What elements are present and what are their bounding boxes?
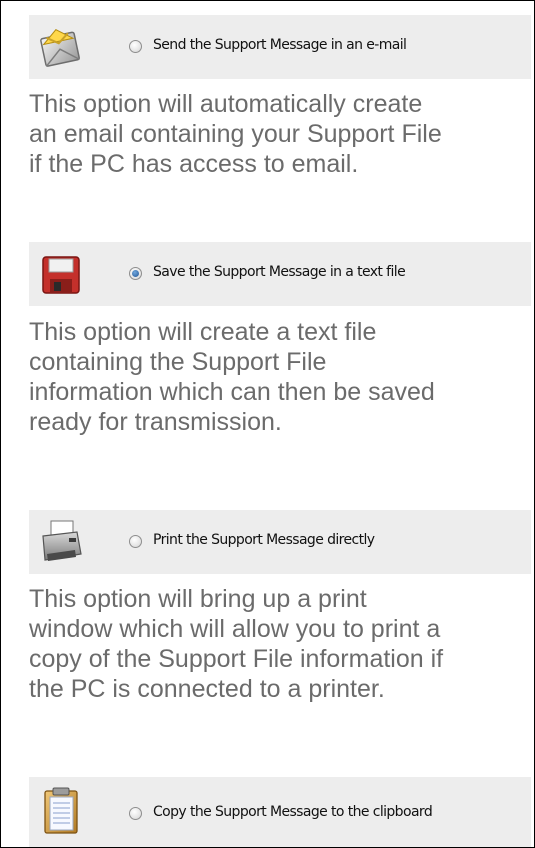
print-option-label[interactable]: Print the Support Message directly	[153, 532, 375, 548]
description-line: an email containing your Support File	[29, 120, 442, 148]
description-line: window which will allow you to print a	[29, 615, 441, 643]
floppy-disk-icon	[35, 248, 87, 300]
text-file-radio[interactable]	[129, 267, 142, 280]
description-line: This option will create a text file	[29, 318, 377, 346]
print-option-description: This option will bring up a print window…	[29, 584, 529, 704]
description-line: containing the Support File	[29, 348, 327, 376]
clipboard-icon	[35, 785, 87, 837]
option-email-row[interactable]: Send the Support Message in an e-mail	[29, 15, 531, 79]
support-message-options-panel: Send the Support Message in an e-mail Th…	[0, 0, 535, 848]
printer-icon	[35, 516, 87, 568]
email-radio[interactable]	[129, 40, 142, 53]
description-line: ready for transmission.	[29, 408, 282, 436]
print-radio[interactable]	[129, 535, 142, 548]
envelope-icon	[35, 21, 87, 73]
email-option-label[interactable]: Send the Support Message in an e-mail	[153, 37, 407, 53]
description-line: This option will bring up a print	[29, 585, 367, 613]
description-line: information which can then be saved	[29, 378, 435, 406]
description-line: This option will automatically create	[29, 90, 423, 118]
clipboard-option-label[interactable]: Copy the Support Message to the clipboar…	[153, 804, 433, 820]
description-line: copy of the Support File information if	[29, 645, 444, 673]
clipboard-radio[interactable]	[129, 807, 142, 820]
text-file-option-label[interactable]: Save the Support Message in a text file	[153, 264, 406, 280]
email-option-description: This option will automatically create an…	[29, 89, 529, 179]
option-clipboard-row[interactable]: Copy the Support Message to the clipboar…	[29, 777, 531, 847]
text-file-option-description: This option will create a text file cont…	[29, 317, 529, 437]
description-line: the PC is connected to a printer.	[29, 675, 385, 703]
option-print-row[interactable]: Print the Support Message directly	[29, 510, 531, 574]
description-line: if the PC has access to email.	[29, 150, 359, 178]
option-text-file-row[interactable]: Save the Support Message in a text file	[29, 242, 531, 306]
